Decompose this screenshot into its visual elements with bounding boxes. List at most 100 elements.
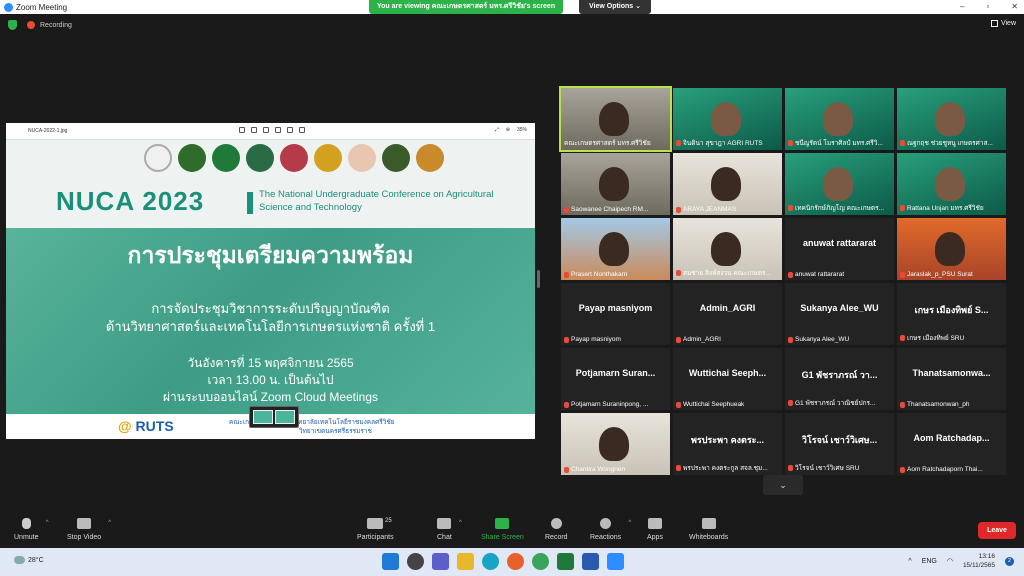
video-options-caret[interactable]: ^ — [108, 520, 111, 526]
rotate-icon — [251, 127, 257, 133]
muted-mic-icon — [564, 336, 569, 343]
start-icon[interactable] — [382, 553, 399, 570]
participant-tile[interactable]: จินดินา สุขาฎา AGRI RUTS — [673, 88, 782, 150]
participant-count: 25 — [385, 518, 392, 524]
shared-screen[interactable]: NUCA-2022-1.jpg ⤢ ⊕ 35% NUCA 2023 The Na… — [6, 123, 535, 439]
muted-mic-icon — [676, 206, 681, 213]
participant-tile[interactable]: ณฐกฤช ช่วยชูหนู เกษตรศาส... — [897, 88, 1006, 150]
participant-tile[interactable]: Jaraslak_p_PSU Surat — [897, 218, 1006, 280]
viewer-right-tools: ⤢ ⊕ 35% — [495, 127, 527, 133]
participant-video — [599, 167, 629, 201]
zoom-taskbar-icon[interactable] — [607, 553, 624, 570]
chat-button[interactable]: Chat ^ — [437, 518, 462, 541]
participant-name-label: G1 พัชราภรณ์ วาณิชย์ปกร... — [788, 398, 875, 408]
participant-tile[interactable]: Admin_AGRI Admin_AGRI — [673, 283, 782, 345]
slide-date: วันอังคารที่ 15 พฤศจิกายน 2565 เวลา 13.0… — [6, 355, 535, 406]
participant-tile[interactable]: Saowanee Chaipech RM... — [561, 153, 670, 215]
participant-tile[interactable]: วิโรจน์ เชาว์วิเศษ... วิโรจน์ เชาว์วิเศษ … — [785, 413, 894, 475]
participant-tile[interactable]: G1 พัชราภรณ์ วา... G1 พัชราภรณ์ วาณิชย์ปก… — [785, 348, 894, 410]
notification-badge[interactable]: 2 — [1005, 556, 1014, 566]
tray-arrow-icon[interactable]: ^ — [908, 558, 911, 565]
view-button[interactable]: View — [990, 20, 1016, 27]
share-screen-label: Share Screen — [481, 534, 524, 541]
weather-widget[interactable]: 28°C — [14, 556, 44, 564]
chrome-icon[interactable] — [532, 553, 549, 570]
security-shield-icon[interactable] — [8, 20, 17, 30]
search-icon[interactable] — [407, 553, 424, 570]
leave-button[interactable]: Leave — [978, 522, 1016, 539]
teams-icon[interactable] — [432, 553, 449, 570]
maximize-button[interactable]: ▫ — [986, 0, 989, 14]
participant-name-label: Admin_AGRI — [676, 336, 721, 343]
muted-mic-icon — [676, 336, 681, 343]
gallery-next-page-button[interactable]: ⌄ — [763, 475, 803, 495]
participant-tile[interactable]: พรประพา คงตระ... พรประพา คงตระกูล สจล.ชุม… — [673, 413, 782, 475]
clock[interactable]: 13:16 15/11/2565 — [963, 552, 995, 570]
muted-mic-icon — [788, 400, 793, 406]
conference-name: The National Undergraduate Conference on… — [259, 189, 494, 213]
participant-tile[interactable]: ชนีญรัตน์ โมราศิลป์ มทร.ศรีวิ... — [785, 88, 894, 150]
participants-button[interactable]: 25 Participants — [357, 518, 394, 541]
participant-tile[interactable]: ARAYA JEANMAS — [673, 153, 782, 215]
nuca-divider — [247, 192, 253, 214]
participant-video — [935, 232, 965, 266]
participant-tile[interactable]: Wuttichai Seeph... Wuttichai Seephueak — [673, 348, 782, 410]
temperature: 28°C — [28, 556, 44, 564]
whiteboards-label: Whiteboards — [689, 534, 729, 541]
window-controls: – ▫ ✕ — [960, 0, 1018, 14]
minimize-button[interactable]: – — [960, 0, 964, 14]
muted-mic-icon — [564, 271, 569, 278]
firefox-icon[interactable] — [507, 553, 524, 570]
view-options-button[interactable]: View Options ⌄ — [579, 0, 651, 14]
participant-tile[interactable]: Payap masniyom Payap masniyom — [561, 283, 670, 345]
participant-name-label: คณะเกษตรศาสตร์ มทร.ศรีวิชัย — [564, 138, 651, 148]
participant-tile[interactable]: Aom Ratchadap... Aom Ratchadaporn Thai... — [897, 413, 1006, 475]
participant-tile[interactable]: Sukanya Alee_WU Sukanya Alee_WU — [785, 283, 894, 345]
participants-label: Participants — [357, 534, 394, 541]
participant-video — [599, 102, 629, 136]
participant-name: Potjamarn Suraninpong, ... — [571, 401, 649, 408]
split-divider-handle[interactable] — [537, 270, 540, 288]
participant-tile[interactable]: anuwat rattararat anuwat rattararat — [785, 218, 894, 280]
record-button[interactable]: Record — [545, 518, 568, 541]
crop-icon — [239, 127, 245, 133]
reactions-button[interactable]: Reactions ^ — [590, 518, 631, 541]
stop-video-label: Stop Video — [67, 534, 102, 541]
participant-tile[interactable]: Chantira Wongnen — [561, 413, 670, 475]
whiteboards-button[interactable]: Whiteboards — [689, 518, 728, 541]
unmute-button[interactable]: Unmute ^ — [14, 518, 49, 541]
stop-video-button[interactable]: Stop Video ^ — [67, 518, 111, 541]
participant-tile[interactable]: Rattana Unjan มทร.ศรีวิชัย — [897, 153, 1006, 215]
participant-display-name: Thanatsamonwa... — [912, 368, 991, 378]
zoom-in-icon: ⊕ — [505, 127, 510, 133]
participant-tile[interactable]: เกษร เมืองทิพย์ S... เกษร เมืองทิพย์ SRU — [897, 283, 1006, 345]
participant-video — [599, 232, 629, 266]
audio-options-caret[interactable]: ^ — [46, 520, 49, 526]
chat-options-caret[interactable]: ^ — [459, 520, 462, 526]
participant-name-label: Sukanya Alee_WU — [788, 336, 849, 343]
edge-icon[interactable] — [482, 553, 499, 570]
share-screen-button[interactable]: Share Screen — [481, 518, 524, 541]
participant-name: ณฐกฤช ช่วยชูหนู เกษตรศาส... — [907, 140, 993, 147]
participant-name-label: Wuttichai Seephueak — [676, 401, 744, 408]
participant-tile[interactable]: คณะเกษตรศาสตร์ มทร.ศรีวิชัย — [559, 86, 672, 152]
participant-tile[interactable]: Prasert Nonthakarn — [561, 218, 670, 280]
participant-tile[interactable]: Potjamarn Suran... Potjamarn Suraninpong,… — [561, 348, 670, 410]
close-window-button[interactable]: ✕ — [1011, 0, 1018, 14]
muted-mic-icon — [676, 465, 681, 471]
muted-mic-icon — [788, 205, 793, 211]
language-indicator[interactable]: ENG — [922, 558, 937, 565]
participant-display-name: Potjamarn Suran... — [575, 368, 656, 378]
reactions-options-caret[interactable]: ^ — [628, 520, 631, 526]
excel-icon[interactable] — [557, 553, 574, 570]
muted-mic-icon — [564, 206, 569, 213]
slide-date-line2: เวลา 13.00 น. เป็นต้นไป — [207, 373, 334, 387]
apps-button[interactable]: Apps — [647, 518, 663, 541]
word-icon[interactable] — [582, 553, 599, 570]
participant-tile[interactable]: เทคนิกรักษ์ภิญโญ คณะเกษตร... — [785, 153, 894, 215]
share-thumbnail[interactable] — [249, 406, 299, 428]
network-icon[interactable]: ◠ — [947, 557, 953, 565]
file-explorer-icon[interactable] — [457, 553, 474, 570]
participant-tile[interactable]: สมชาย สิงห์สงวน คณะเกษตร... — [673, 218, 782, 280]
participant-tile[interactable]: Thanatsamonwa... Thanatsamonwan_ph — [897, 348, 1006, 410]
